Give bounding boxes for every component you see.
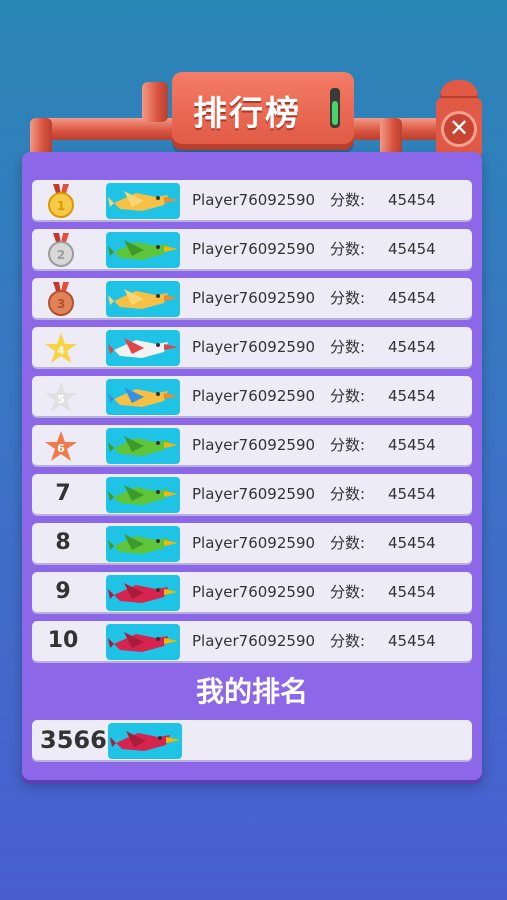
svg-text:5: 5	[57, 393, 65, 406]
leaderboard-panel: 我的排名 3566 1 Player76092590 分数: 45454 2 P…	[22, 152, 482, 780]
score-value: 45454	[388, 338, 436, 356]
yellow-star-icon: 4	[44, 331, 78, 365]
score-value: 45454	[388, 387, 436, 405]
leaderboard-row: 2 Player76092590 分数: 45454	[32, 229, 472, 269]
bird-card	[106, 232, 180, 268]
score-value: 45454	[388, 534, 436, 552]
leaderboard-row: 1 Player76092590 分数: 45454	[32, 180, 472, 220]
leaderboard-row: 9 Player76092590 分数: 45454	[32, 572, 472, 612]
svg-text:4: 4	[57, 344, 65, 357]
player-name: Player76092590	[192, 240, 316, 258]
score-label: 分数:	[330, 338, 366, 356]
score-label: 分数:	[330, 387, 366, 405]
player-name: Player76092590	[192, 387, 316, 405]
red-heron-icon	[108, 338, 178, 358]
green-toucan-icon	[108, 436, 178, 456]
green-toucan-icon	[108, 534, 178, 554]
green-toucan-icon	[108, 240, 178, 260]
bird-card	[106, 379, 180, 415]
my-rank-number: 3566	[40, 726, 107, 754]
blue-bird-icon	[108, 387, 178, 407]
leaderboard-row: 8 Player76092590 分数: 45454	[32, 523, 472, 563]
silver-medal-icon: 2	[44, 233, 78, 267]
orange-star-icon: 6	[44, 429, 78, 463]
bronze-medal-icon: 3	[44, 282, 78, 316]
title-banner: 排行榜	[172, 72, 354, 150]
player-name: Player76092590	[192, 534, 316, 552]
bird-card	[106, 575, 180, 611]
rank-number: 9	[55, 579, 71, 604]
my-rank-title: 我的排名	[195, 675, 308, 708]
red-cardinal-icon	[110, 731, 180, 751]
pipe-left-valve	[142, 82, 168, 122]
score-value: 45454	[388, 191, 436, 209]
bird-card	[106, 428, 180, 464]
score-label: 分数:	[330, 191, 366, 209]
player-name: Player76092590	[192, 289, 316, 307]
close-button[interactable]: ✕	[441, 111, 477, 147]
rank-number: 10	[47, 628, 79, 653]
player-name: Player76092590	[192, 485, 316, 503]
rank-number: 8	[55, 530, 71, 555]
red-cardinal-icon	[108, 632, 178, 652]
player-name: Player76092590	[192, 338, 316, 356]
leaderboard-row: 7 Player76092590 分数: 45454	[32, 474, 472, 514]
gauge-icon	[330, 88, 340, 128]
bird-card	[106, 526, 180, 562]
bird-card	[106, 281, 180, 317]
player-name: Player76092590	[192, 436, 316, 454]
leaderboard-row: 10 Player76092590 分数: 45454	[32, 621, 472, 661]
bird-card	[106, 183, 180, 219]
score-label: 分数:	[330, 289, 366, 307]
svg-text:6: 6	[57, 442, 65, 455]
leaderboard-row: 4 Player76092590 分数: 45454	[32, 327, 472, 367]
score-value: 45454	[388, 583, 436, 601]
player-name: Player76092590	[192, 191, 316, 209]
leaderboard-row: 5 Player76092590 分数: 45454	[32, 376, 472, 416]
bird-card	[106, 477, 180, 513]
score-value: 45454	[388, 240, 436, 258]
silver-star-icon: 5	[44, 380, 78, 414]
player-name: Player76092590	[192, 583, 316, 601]
gold-medal-icon: 1	[44, 184, 78, 218]
yellow-bird-icon	[108, 191, 178, 211]
score-label: 分数:	[330, 436, 366, 454]
score-label: 分数:	[330, 632, 366, 650]
score-value: 45454	[388, 436, 436, 454]
yellow-bird-icon	[108, 289, 178, 309]
score-value: 45454	[388, 289, 436, 307]
red-cardinal-icon	[108, 583, 178, 603]
green-toucan-icon	[108, 485, 178, 505]
score-label: 分数:	[330, 583, 366, 601]
page-title: 排行榜	[193, 94, 301, 134]
svg-text:2: 2	[57, 248, 65, 262]
leaderboard-row: 3 Player76092590 分数: 45454	[32, 278, 472, 318]
bird-card	[106, 624, 180, 660]
my-rank-row: 3566	[32, 720, 472, 760]
svg-text:3: 3	[57, 297, 65, 311]
svg-text:1: 1	[57, 199, 65, 213]
score-value: 45454	[388, 485, 436, 503]
score-label: 分数:	[330, 534, 366, 552]
bird-card	[106, 330, 180, 366]
score-value: 45454	[388, 632, 436, 650]
leaderboard-row: 6 Player76092590 分数: 45454	[32, 425, 472, 465]
my-bird-card	[108, 723, 182, 759]
player-name: Player76092590	[192, 632, 316, 650]
score-label: 分数:	[330, 485, 366, 503]
score-label: 分数:	[330, 240, 366, 258]
rank-number: 7	[55, 481, 71, 506]
